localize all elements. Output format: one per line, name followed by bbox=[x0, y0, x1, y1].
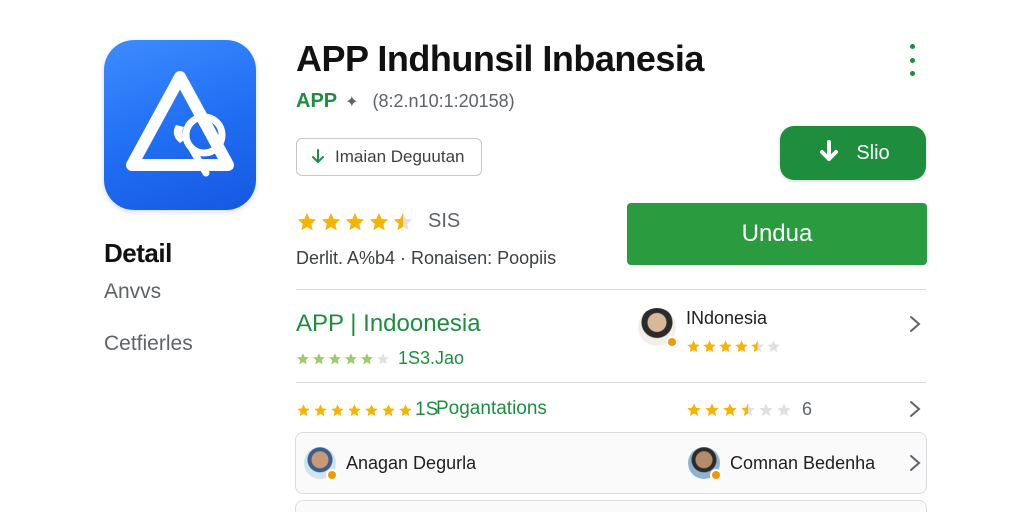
person-item[interactable]: Anagan Degurla bbox=[304, 447, 477, 481]
star-icon bbox=[759, 402, 773, 416]
chevron-right-icon[interactable] bbox=[908, 453, 922, 473]
star-icon bbox=[735, 340, 748, 353]
more-vert-icon[interactable] bbox=[904, 44, 920, 76]
rating-row: SIS bbox=[296, 210, 460, 233]
star-icon bbox=[297, 403, 310, 416]
app-logo-icon bbox=[126, 71, 234, 177]
quick-install-button[interactable]: Slio bbox=[780, 126, 926, 180]
download-arrow-icon bbox=[820, 140, 839, 161]
section-rating: 1S3.Jao bbox=[296, 348, 464, 369]
star-icon bbox=[313, 352, 325, 364]
review-item[interactable]: INdonesia bbox=[638, 308, 781, 354]
star-icon bbox=[687, 402, 701, 416]
reviewer-stars bbox=[686, 339, 781, 354]
star-icon bbox=[345, 212, 365, 230]
download-chip[interactable]: Imaian Deguutan bbox=[296, 138, 482, 176]
detail-heading: Detail bbox=[104, 238, 172, 268]
developer-name[interactable]: APP bbox=[296, 90, 337, 113]
row2-label[interactable]: Pogantations bbox=[436, 398, 547, 420]
star-icon bbox=[751, 340, 764, 353]
badge-icon bbox=[326, 469, 338, 481]
rating-stars bbox=[296, 211, 414, 233]
app-icon bbox=[104, 40, 256, 210]
section-title[interactable]: APP | Indoonesia bbox=[296, 310, 481, 338]
chevron-right-icon[interactable] bbox=[908, 399, 922, 419]
avatar bbox=[304, 447, 338, 481]
star-icon bbox=[393, 212, 413, 230]
star-icon bbox=[345, 352, 357, 364]
categories-label[interactable]: Cetfierles bbox=[104, 332, 193, 356]
star-icon bbox=[723, 402, 737, 416]
star-icon bbox=[399, 403, 412, 416]
row2-rating: 1S bbox=[296, 399, 438, 421]
star-icon bbox=[382, 403, 395, 416]
verified-icon: ✦ bbox=[345, 93, 359, 111]
app-meta-line: Derlit. A%b4 · Ronaisen: Poopiis bbox=[296, 248, 557, 268]
row2-stars-left bbox=[296, 403, 413, 418]
star-icon bbox=[741, 402, 755, 416]
person-name: Anagan Degurla bbox=[346, 452, 477, 473]
badge-icon bbox=[666, 336, 678, 348]
star-icon bbox=[297, 212, 317, 230]
row2-count: 1S bbox=[415, 399, 439, 420]
star-icon bbox=[314, 403, 327, 416]
star-icon bbox=[719, 340, 732, 353]
detail-subtitle: Anvvs bbox=[104, 280, 162, 303]
star-icon bbox=[361, 352, 373, 364]
divider bbox=[296, 382, 926, 383]
star-icon bbox=[331, 403, 344, 416]
star-icon bbox=[687, 340, 700, 353]
star-icon bbox=[703, 340, 716, 353]
star-icon bbox=[777, 402, 791, 416]
reviewer-name: INdonesia bbox=[686, 308, 768, 328]
star-icon bbox=[369, 212, 389, 230]
row2-value: 6 bbox=[802, 399, 813, 419]
quick-install-label: Slio bbox=[856, 141, 890, 164]
star-icon bbox=[348, 403, 361, 416]
section-stars bbox=[296, 352, 390, 366]
row2-right-rating: 6 bbox=[686, 399, 812, 420]
avatar bbox=[638, 308, 678, 348]
download-arrow-icon bbox=[312, 149, 324, 163]
chevron-right-icon[interactable] bbox=[908, 314, 922, 334]
app-title: APP Indhunsil Inbanesia bbox=[296, 38, 704, 79]
star-icon bbox=[329, 352, 341, 364]
people-card: Anagan Degurla Comnan Bedenha bbox=[295, 432, 927, 494]
star-icon bbox=[297, 352, 309, 364]
star-icon bbox=[377, 352, 389, 364]
developer-row: APP ✦ (8:2.n10:1:20158) bbox=[296, 90, 515, 113]
person-item[interactable]: Comnan Bedenha bbox=[688, 447, 876, 481]
install-button-label: Undua bbox=[741, 220, 813, 247]
install-button[interactable]: Undua bbox=[627, 203, 927, 265]
row2-stars-right bbox=[686, 402, 792, 418]
star-icon bbox=[365, 403, 378, 416]
divider bbox=[296, 289, 926, 290]
badge-icon bbox=[710, 469, 722, 481]
person-name: Comnan Bedenha bbox=[730, 452, 876, 473]
rating-value: SIS bbox=[428, 210, 461, 232]
star-icon bbox=[767, 340, 780, 353]
developer-code: (8:2.n10:1:20158) bbox=[372, 91, 515, 111]
avatar bbox=[688, 447, 722, 481]
list-card bbox=[295, 500, 927, 512]
star-icon bbox=[705, 402, 719, 416]
section-count: 1S3.Jao bbox=[398, 348, 465, 368]
star-icon bbox=[321, 212, 341, 230]
chip-label: Imaian Deguutan bbox=[335, 147, 465, 166]
